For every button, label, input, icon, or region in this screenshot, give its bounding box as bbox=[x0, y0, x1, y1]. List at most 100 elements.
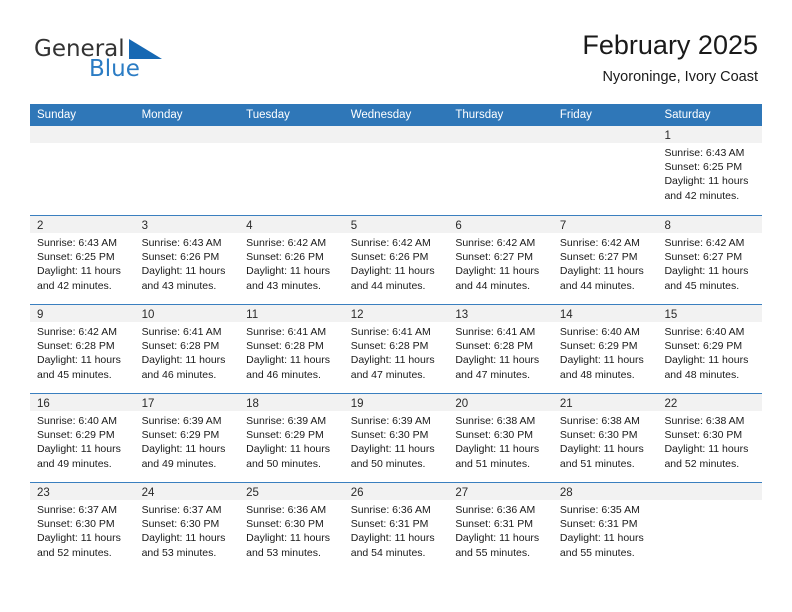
day-number-strip: 5 bbox=[343, 216, 449, 233]
day-number: 6 bbox=[455, 220, 462, 232]
day-number-strip: 4 bbox=[239, 216, 344, 233]
day-number-strip: 20 bbox=[448, 394, 553, 411]
sunset-text: Sunset: 6:30 PM bbox=[246, 518, 324, 531]
day-number: 25 bbox=[246, 487, 259, 499]
calendar-day-cell[interactable]: 15 Sunrise: 6:40 AM Sunset: 6:29 PM Dayligh… bbox=[657, 305, 763, 393]
calendar-day-cell[interactable]: 21 Sunrise: 6:38 AM Sunset: 6:30 PM Dayligh… bbox=[552, 394, 658, 482]
sunset-text: Sunset: 6:29 PM bbox=[664, 340, 743, 353]
daylight-text-cont: and 51 minutes. bbox=[559, 457, 635, 470]
calendar-day-cell[interactable]: 19 Sunrise: 6:39 AM Sunset: 6:30 PM Dayligh… bbox=[343, 394, 449, 482]
day-sun-info: Sunrise: 6:39 AM Sunset: 6:29 PM Daylight:… bbox=[239, 411, 344, 471]
day-sun-info: Sunrise: 6:38 AM Sunset: 6:30 PM Daylight:… bbox=[448, 411, 553, 471]
calendar-day-cell[interactable]: 4 Sunrise: 6:42 AM Sunset: 6:26 PM Daylight… bbox=[239, 216, 344, 304]
day-number: 20 bbox=[455, 398, 469, 410]
calendar-day-cell[interactable]: 20 Sunrise: 6:38 AM Sunset: 6:30 PM Dayligh… bbox=[448, 394, 553, 482]
daylight-text-cont: and 53 minutes. bbox=[246, 546, 321, 559]
day-number-strip: 15 bbox=[657, 305, 763, 322]
daylight-text-cont: and 46 minutes. bbox=[141, 368, 217, 381]
calendar-day-cell[interactable]: 16 Sunrise: 6:40 AM Sunset: 6:29 PM Dayligh… bbox=[30, 394, 135, 482]
sunset-text: Sunset: 6:30 PM bbox=[37, 518, 115, 531]
day-number: 3 bbox=[141, 220, 148, 232]
calendar-day-cell[interactable]: 18 Sunrise: 6:39 AM Sunset: 6:29 PM Dayligh… bbox=[239, 394, 344, 482]
sunrise-text: Sunrise: 6:37 AM bbox=[37, 504, 117, 516]
calendar-day-cell[interactable]: 11 Sunrise: 6:41 AM Sunset: 6:28 PM Dayligh… bbox=[239, 305, 344, 393]
day-number-strip: 12 bbox=[343, 305, 449, 322]
weekday-header-wednesday: Wednesday bbox=[350, 109, 412, 121]
day-number-strip: 6 bbox=[448, 216, 553, 233]
day-number: 9 bbox=[37, 309, 44, 321]
sunset-text: Sunset: 6:31 PM bbox=[559, 518, 638, 531]
day-number-strip bbox=[657, 483, 763, 500]
day-number-strip: 26 bbox=[343, 483, 449, 500]
calendar-day-cell[interactable]: 8 Sunrise: 6:42 AM Sunset: 6:27 PM Daylight… bbox=[657, 216, 763, 304]
day-sun-info bbox=[239, 143, 344, 146]
sunrise-text: Sunrise: 6:42 AM bbox=[664, 237, 745, 249]
day-sun-info: Sunrise: 6:37 AM Sunset: 6:30 PM Daylight:… bbox=[30, 500, 135, 560]
daylight-text: Daylight: 11 hours bbox=[455, 532, 540, 545]
calendar-week-row: 23 Sunrise: 6:37 AM Sunset: 6:30 PM Dayligh… bbox=[30, 482, 763, 571]
calendar-day-cell[interactable]: 25 Sunrise: 6:36 AM Sunset: 6:30 PM Dayligh… bbox=[239, 483, 344, 571]
day-number: 11 bbox=[246, 309, 259, 321]
day-number-strip: 14 bbox=[552, 305, 658, 322]
calendar-day-cell[interactable]: 3 Sunrise: 6:43 AM Sunset: 6:26 PM Daylight… bbox=[134, 216, 240, 304]
weekday-header-sunday: Sunday bbox=[37, 109, 77, 121]
calendar-day-cell[interactable]: 13 Sunrise: 6:41 AM Sunset: 6:28 PM Dayligh… bbox=[448, 305, 553, 393]
sunrise-text: Sunrise: 6:43 AM bbox=[37, 237, 117, 249]
daylight-text: Daylight: 11 hours bbox=[664, 354, 749, 367]
sunrise-text: Sunrise: 6:40 AM bbox=[664, 326, 745, 338]
calendar-day-cell[interactable]: 7 Sunrise: 6:42 AM Sunset: 6:27 PM Daylight… bbox=[552, 216, 658, 304]
sunrise-text: Sunrise: 6:42 AM bbox=[350, 237, 431, 249]
day-sun-info: Sunrise: 6:38 AM Sunset: 6:30 PM Daylight:… bbox=[657, 411, 762, 471]
calendar-day-cell[interactable]: 26 Sunrise: 6:36 AM Sunset: 6:31 PM Dayligh… bbox=[343, 483, 449, 571]
daylight-text: Daylight: 11 hours bbox=[37, 265, 121, 278]
calendar-day-cell[interactable]: 28 Sunrise: 6:35 AM Sunset: 6:31 PM Dayligh… bbox=[552, 483, 658, 571]
sunset-text: Sunset: 6:29 PM bbox=[37, 429, 115, 442]
calendar-day-cell[interactable]: 9 Sunrise: 6:42 AM Sunset: 6:28 PM Daylight… bbox=[30, 305, 135, 393]
calendar-day-cell[interactable]: 6 Sunrise: 6:42 AM Sunset: 6:27 PM Daylight… bbox=[448, 216, 553, 304]
sunset-text: Sunset: 6:27 PM bbox=[559, 251, 638, 264]
day-sun-info: Sunrise: 6:43 AM Sunset: 6:25 PM Daylight:… bbox=[30, 233, 135, 293]
daylight-text-cont: and 42 minutes. bbox=[664, 189, 740, 202]
day-number-strip: 1 bbox=[657, 126, 763, 143]
calendar-day-cell[interactable]: 23 Sunrise: 6:37 AM Sunset: 6:30 PM Dayligh… bbox=[30, 483, 135, 571]
daylight-text: Daylight: 11 hours bbox=[246, 265, 331, 278]
daylight-text-cont: and 45 minutes. bbox=[664, 279, 740, 292]
daylight-text: Daylight: 11 hours bbox=[664, 265, 749, 278]
day-sun-info: Sunrise: 6:42 AM Sunset: 6:27 PM Daylight:… bbox=[448, 233, 553, 293]
calendar-day-cell[interactable]: 12 Sunrise: 6:41 AM Sunset: 6:28 PM Dayligh… bbox=[343, 305, 449, 393]
day-number-strip: 19 bbox=[343, 394, 449, 411]
general-blue-logo[interactable]: General Blue bbox=[34, 36, 254, 92]
day-number-strip bbox=[448, 126, 553, 143]
daylight-text: Daylight: 11 hours bbox=[559, 443, 644, 456]
daylight-text-cont: and 44 minutes. bbox=[559, 279, 635, 292]
daylight-text: Daylight: 11 hours bbox=[455, 265, 540, 278]
daylight-text-cont: and 48 minutes. bbox=[664, 368, 740, 381]
calendar-day-cell[interactable]: 22 Sunrise: 6:38 AM Sunset: 6:30 PM Dayligh… bbox=[657, 394, 763, 482]
calendar-day-cell[interactable]: 2 Sunrise: 6:43 AM Sunset: 6:25 PM Daylight… bbox=[30, 216, 135, 304]
calendar-day-cell[interactable]: 10 Sunrise: 6:41 AM Sunset: 6:28 PM Dayligh… bbox=[134, 305, 240, 393]
daylight-text-cont: and 50 minutes. bbox=[246, 457, 321, 470]
calendar-day-cell[interactable]: 27 Sunrise: 6:36 AM Sunset: 6:31 PM Dayligh… bbox=[448, 483, 553, 571]
day-number-strip bbox=[343, 126, 449, 143]
sunset-text: Sunset: 6:30 PM bbox=[350, 429, 429, 442]
sunrise-text: Sunrise: 6:40 AM bbox=[37, 415, 117, 427]
weekday-header-saturday: Saturday bbox=[664, 109, 711, 121]
calendar-day-cell[interactable]: 24 Sunrise: 6:37 AM Sunset: 6:30 PM Dayligh… bbox=[134, 483, 240, 571]
daylight-text-cont: and 47 minutes. bbox=[455, 368, 531, 381]
daylight-text: Daylight: 11 hours bbox=[559, 532, 644, 545]
day-sun-info: Sunrise: 6:40 AM Sunset: 6:29 PM Daylight:… bbox=[553, 322, 658, 382]
calendar-day-cell-empty bbox=[239, 126, 344, 215]
calendar-day-cell[interactable]: 1 Sunrise: 6:43 AM Sunset: 6:25 PM Daylight… bbox=[657, 126, 763, 215]
daylight-text: Daylight: 11 hours bbox=[141, 532, 226, 545]
day-number: 7 bbox=[559, 220, 567, 232]
day-sun-info: Sunrise: 6:43 AM Sunset: 6:26 PM Daylight:… bbox=[135, 233, 240, 293]
sunrise-text: Sunrise: 6:37 AM bbox=[141, 504, 222, 516]
calendar-day-cell-empty bbox=[552, 126, 658, 215]
sunset-text: Sunset: 6:27 PM bbox=[455, 251, 533, 264]
daylight-text: Daylight: 11 hours bbox=[37, 532, 121, 545]
daylight-text-cont: and 52 minutes. bbox=[664, 457, 740, 470]
calendar-day-cell[interactable]: 14 Sunrise: 6:40 AM Sunset: 6:29 PM Dayligh… bbox=[552, 305, 658, 393]
sunset-text: Sunset: 6:29 PM bbox=[141, 429, 220, 442]
calendar-day-cell[interactable]: 5 Sunrise: 6:42 AM Sunset: 6:26 PM Daylight… bbox=[343, 216, 449, 304]
calendar-day-cell[interactable]: 17 Sunrise: 6:39 AM Sunset: 6:29 PM Dayligh… bbox=[134, 394, 240, 482]
